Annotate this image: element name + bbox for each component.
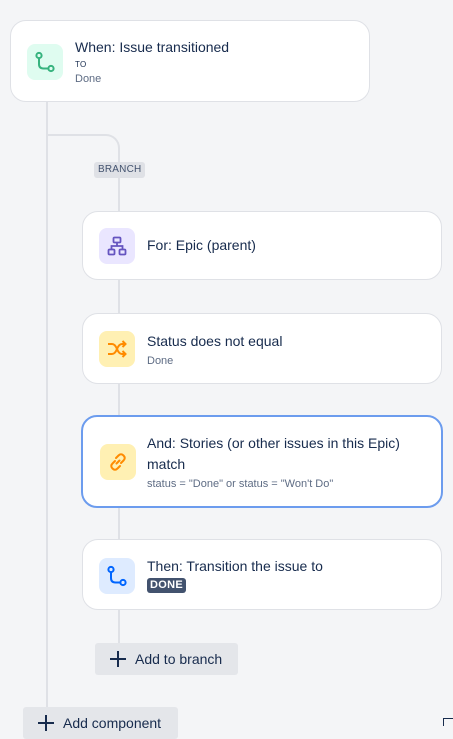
trigger-card[interactable]: When: Issue transitioned TO Done: [10, 20, 370, 102]
add-to-branch-label: Add to branch: [135, 651, 223, 667]
condition-icon-box: [99, 331, 135, 367]
hierarchy-icon: [107, 236, 127, 256]
main-connector-line: [46, 101, 48, 726]
action-icon-box: [99, 558, 135, 594]
condition-card[interactable]: Status does not equal Done: [82, 313, 442, 384]
trigger-title: When: Issue transitioned: [75, 39, 230, 55]
condition-title: Status does not equal: [147, 333, 283, 349]
transition-icon: [35, 51, 55, 73]
related-issues-card[interactable]: And: Stories (or other issues in this Ep…: [81, 415, 443, 508]
transition-icon: [107, 565, 127, 587]
shuffle-icon: [108, 340, 127, 358]
condition-value: Done: [147, 355, 174, 367]
related-title-line1: And: Stories (or other issues in this Ep…: [147, 435, 400, 451]
add-component-label: Add component: [63, 715, 162, 731]
related-title-line2: match: [147, 456, 186, 472]
plus-icon: [35, 712, 57, 734]
plus-icon: [107, 648, 129, 670]
add-to-branch-button[interactable]: Add to branch: [95, 643, 238, 675]
status-lozenge: DONE: [147, 578, 186, 593]
branch-tag: BRANCH: [94, 162, 146, 178]
branch-connector-horizontal: [48, 134, 106, 136]
related-icon-box: [100, 444, 136, 480]
action-card[interactable]: Then: Transition the issue to DONE: [82, 539, 442, 610]
trigger-status: Done: [75, 73, 102, 85]
panel-edge: [443, 718, 453, 726]
trigger-icon-box: [27, 44, 63, 80]
add-component-button[interactable]: Add component: [23, 707, 178, 739]
related-jql: status = "Done" or status = "Won't Do": [147, 478, 334, 490]
trigger-to-label: TO: [75, 60, 87, 69]
branch-icon-box: [99, 228, 135, 264]
link-icon: [110, 453, 126, 471]
action-title: Then: Transition the issue to: [147, 558, 323, 574]
branch-for-title: For: Epic (parent): [147, 237, 256, 253]
branch-for-card[interactable]: For: Epic (parent): [82, 211, 442, 280]
